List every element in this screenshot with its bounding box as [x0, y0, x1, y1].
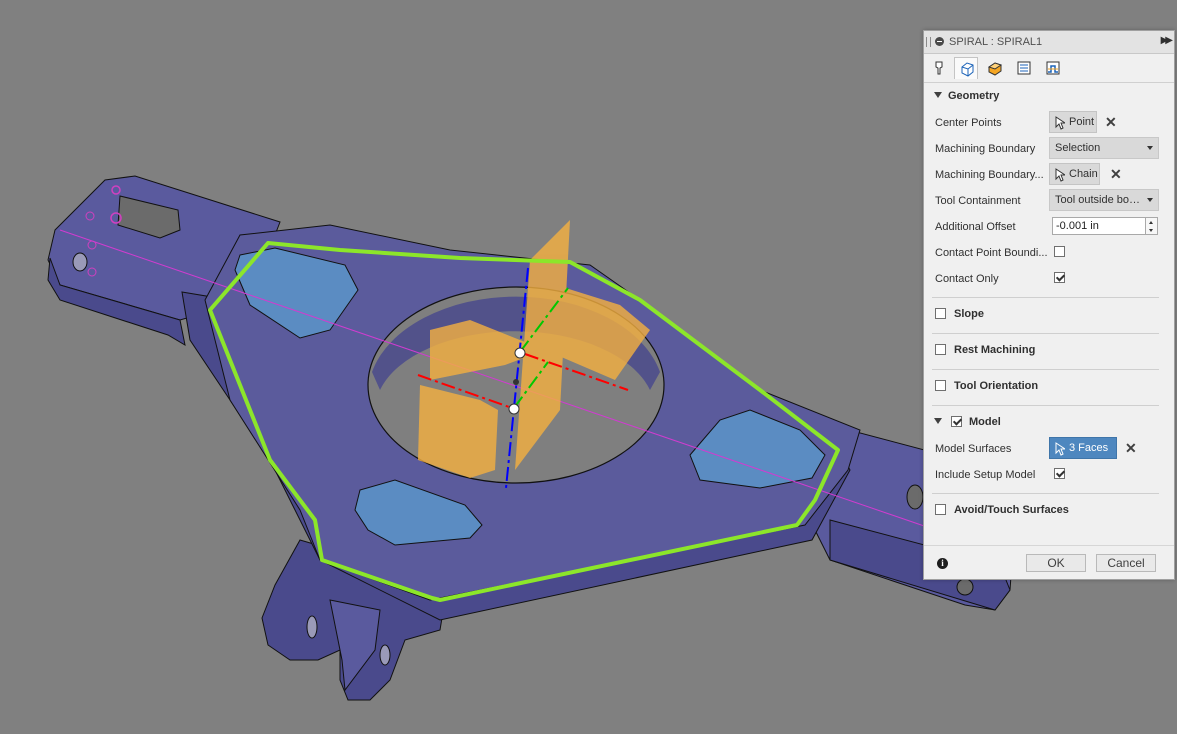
drag-grip-icon[interactable] [926, 37, 931, 47]
spinner-up-icon[interactable] [1149, 221, 1153, 224]
machining-boundary-chain-value: Chain [1069, 168, 1098, 180]
avoid-touch-label: Avoid/Touch Surfaces [954, 504, 1069, 516]
model-surfaces-value: 3 Faces [1069, 442, 1109, 454]
tool-containment-label: Tool Containment [935, 195, 1021, 207]
tool-icon [935, 61, 943, 75]
tool-orientation-section-header[interactable]: Tool Orientation [924, 377, 1174, 397]
expand-arrow-icon [934, 92, 942, 98]
section-divider [932, 493, 1159, 494]
expand-arrow-icon [934, 418, 942, 424]
additional-offset-input[interactable] [1052, 217, 1146, 235]
cancel-button[interactable]: Cancel [1096, 554, 1156, 572]
contact-point-boundary-checkbox[interactable] [1054, 246, 1065, 257]
contact-point-boundary-label: Contact Point Boundi... [935, 247, 1048, 259]
tool-orientation-label: Tool Orientation [954, 380, 1039, 392]
dropdown-caret-icon [1147, 146, 1153, 150]
tab-linking[interactable] [1041, 57, 1065, 79]
machining-boundary-dropdown[interactable]: Selection [1049, 137, 1159, 159]
rest-machining-label: Rest Machining [954, 344, 1036, 356]
avoid-touch-checkbox[interactable] [935, 504, 946, 515]
section-divider [932, 297, 1159, 298]
panel-footer: i OK Cancel [924, 545, 1174, 580]
geometry-section-label: Geometry [948, 90, 1000, 102]
rest-machining-checkbox[interactable] [935, 344, 946, 355]
cursor-arrow-icon [1055, 442, 1065, 456]
tool-orientation-checkbox[interactable] [935, 380, 946, 391]
center-points-label: Center Points [935, 117, 1002, 129]
rest-machining-section-header[interactable]: Rest Machining [924, 341, 1174, 361]
heights-icon [987, 62, 1003, 76]
center-points-select-button[interactable]: Point [1049, 111, 1097, 133]
expand-icon[interactable]: ▶▶ [1161, 35, 1174, 46]
cursor-arrow-icon [1055, 168, 1065, 182]
tab-heights[interactable] [983, 57, 1007, 79]
passes-icon [1017, 61, 1031, 75]
model-surfaces-select-button[interactable]: 3 Faces [1049, 437, 1117, 459]
clear-boundary-chain-icon[interactable]: ✕ [1110, 167, 1122, 181]
model-surfaces-label: Model Surfaces [935, 443, 1012, 455]
avoid-touch-section-header[interactable]: Avoid/Touch Surfaces [924, 501, 1174, 521]
spinner-down-icon[interactable] [1149, 229, 1153, 232]
slope-section-header[interactable]: Slope [924, 305, 1174, 325]
contact-only-checkbox[interactable] [1054, 272, 1065, 283]
cursor-arrow-icon [1055, 116, 1065, 130]
slope-checkbox[interactable] [935, 308, 946, 319]
machining-boundary-selection-label: Machining Boundary... [935, 169, 1044, 181]
ok-button[interactable]: OK [1026, 554, 1086, 572]
machining-boundary-chain-button[interactable]: Chain [1049, 163, 1100, 185]
tab-bar [924, 54, 1174, 83]
section-divider [932, 333, 1159, 334]
include-setup-model-checkbox[interactable] [1054, 468, 1065, 479]
tab-tool[interactable] [927, 57, 951, 79]
center-points-value: Point [1069, 116, 1095, 128]
machining-boundary-value: Selection [1055, 142, 1101, 154]
panel-header[interactable]: SPIRAL : SPIRAL1 ▶▶ [924, 31, 1174, 54]
section-divider [932, 405, 1159, 406]
additional-offset-label: Additional Offset [935, 221, 1016, 233]
include-setup-model-label: Include Setup Model [935, 469, 1036, 481]
panel-title: SPIRAL : SPIRAL1 [949, 36, 1043, 48]
section-divider [932, 369, 1159, 370]
model-checkbox[interactable] [951, 416, 962, 427]
model-section-header[interactable]: Model [924, 413, 1174, 433]
contact-only-label: Contact Only [935, 273, 999, 285]
info-icon[interactable]: i [937, 558, 948, 569]
machining-boundary-label: Machining Boundary [935, 143, 1036, 155]
geometry-icon [961, 62, 974, 77]
spiral-panel: SPIRAL : SPIRAL1 ▶▶ Geometry Center Poin… [923, 30, 1175, 580]
linking-icon [1046, 61, 1060, 75]
clear-model-surfaces-icon[interactable]: ✕ [1125, 441, 1137, 455]
tab-geometry[interactable] [954, 57, 978, 79]
tool-containment-dropdown[interactable]: Tool outside boundary [1049, 189, 1159, 211]
geometry-section-header[interactable]: Geometry [924, 87, 1174, 107]
clear-center-points-icon[interactable]: ✕ [1105, 115, 1117, 129]
model-label: Model [969, 416, 1001, 428]
offset-spinner[interactable] [1146, 217, 1158, 235]
tab-passes[interactable] [1012, 57, 1036, 79]
dropdown-caret-icon [1147, 198, 1153, 202]
slope-label: Slope [954, 308, 984, 320]
collapse-icon[interactable] [935, 37, 944, 46]
tool-containment-value: Tool outside boundary [1055, 194, 1143, 206]
